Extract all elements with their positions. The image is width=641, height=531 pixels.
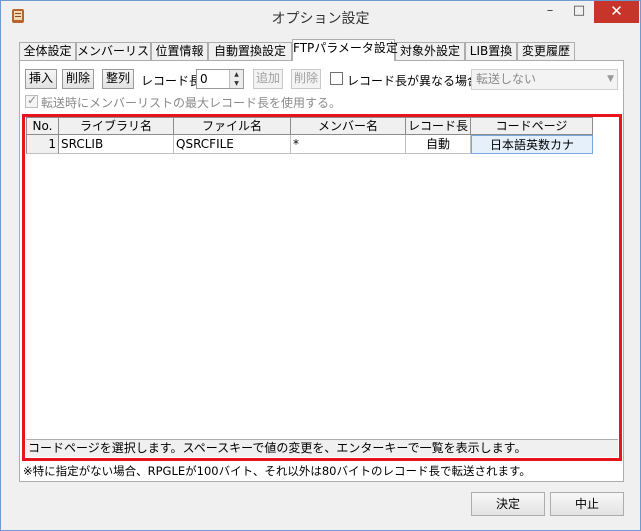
- tab-lib-replace[interactable]: LIB置換: [465, 42, 517, 61]
- transfer-select[interactable]: 転送しない ▼: [471, 69, 618, 90]
- use-max-record-checkbox[interactable]: [25, 93, 38, 108]
- ok-button[interactable]: 決定: [471, 492, 545, 516]
- tab-auto-replace[interactable]: 自動置換設定: [208, 42, 292, 61]
- diff-record-label: レコード長が異なる場合: [347, 74, 480, 88]
- add-button[interactable]: 追加: [253, 69, 283, 89]
- record-length-stepper[interactable]: 0 ▲ ▼: [196, 69, 244, 89]
- delete-button[interactable]: 削除: [62, 69, 94, 89]
- diff-record-checkbox[interactable]: [330, 72, 343, 85]
- tab-exclusions[interactable]: 対象外設定: [395, 42, 465, 61]
- chevron-down-icon: ▼: [607, 74, 614, 84]
- stepper-up-icon[interactable]: ▲: [230, 70, 243, 79]
- tab-position[interactable]: 位置情報: [151, 42, 208, 61]
- insert-button[interactable]: 挿入: [25, 69, 57, 89]
- highlight-frame: [22, 114, 622, 461]
- remove-button[interactable]: 削除: [291, 69, 321, 89]
- minimize-button[interactable]: –: [536, 1, 564, 23]
- transfer-select-value: 転送しない: [476, 72, 537, 86]
- record-length-note: ※特に指定がない場合、RPGLEが100バイト、それ以外は80バイトのレコード長…: [23, 464, 531, 478]
- tab-member-list[interactable]: メンバーリスト: [76, 42, 161, 61]
- title-bar: オプション設定 – □ ✕: [1, 1, 640, 32]
- use-max-record-label: 転送時にメンバーリストの最大レコード長を使用する。: [41, 96, 342, 110]
- sort-button[interactable]: 整列: [102, 69, 134, 89]
- maximize-button[interactable]: □: [565, 1, 593, 23]
- record-length-label: レコード長: [141, 74, 202, 88]
- stepper-down-icon[interactable]: ▼: [230, 79, 243, 88]
- tab-ftp-params[interactable]: FTPパラメータ設定: [292, 39, 398, 61]
- close-button[interactable]: ✕: [594, 1, 639, 23]
- cancel-button[interactable]: 中止: [550, 492, 624, 516]
- options-window: オプション設定 – □ ✕ 全体設定 メンバーリスト 位置情報 自動置換設定 F…: [0, 0, 641, 531]
- record-length-value[interactable]: 0: [200, 72, 208, 86]
- tab-change-history[interactable]: 変更履歴: [517, 42, 575, 61]
- tab-general[interactable]: 全体設定: [19, 42, 76, 61]
- stepper-arrows[interactable]: ▲ ▼: [229, 70, 243, 88]
